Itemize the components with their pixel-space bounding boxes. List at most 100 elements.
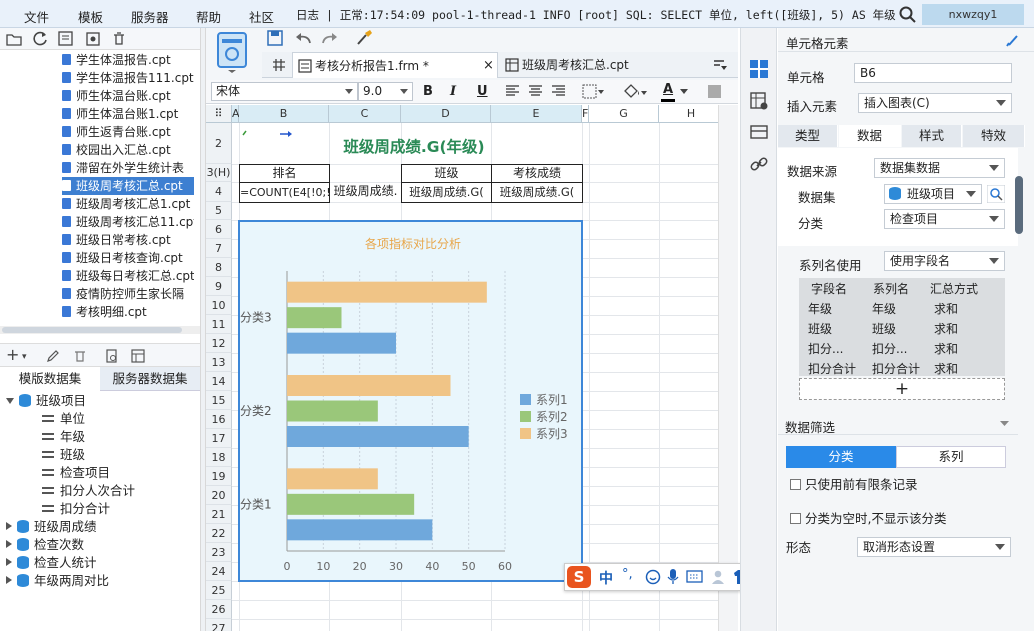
expand-icon[interactable] <box>6 522 12 530</box>
ime-punctuation[interactable]: °, <box>622 567 633 582</box>
refresh-icon[interactable] <box>33 31 48 46</box>
table-cell[interactable]: 扣分合计 <box>808 360 856 377</box>
list-item[interactable]: 滞留在外学生统计表 <box>62 159 194 177</box>
close-icon[interactable]: × <box>483 53 494 79</box>
list-item[interactable]: 班级周考核汇总1.cpt <box>62 195 194 213</box>
row-header[interactable]: 23 <box>206 543 232 562</box>
expand-icon[interactable] <box>6 398 14 404</box>
row-header[interactable]: 21 <box>206 505 232 524</box>
user-name[interactable]: nxwzqy1 <box>922 4 1024 25</box>
cell-c4[interactable]: 班级周成绩. <box>330 182 401 203</box>
font-color-button[interactable]: A <box>663 82 673 97</box>
tree-field[interactable]: 单位 <box>42 410 85 428</box>
template-icon[interactable] <box>58 31 74 46</box>
filter-tab-series[interactable]: 系列 <box>896 446 1006 468</box>
search-icon[interactable] <box>987 185 1005 203</box>
underline-button[interactable]: U <box>477 84 488 99</box>
column-header[interactable]: G <box>589 105 659 123</box>
table-cell[interactable]: 求和 <box>934 340 958 357</box>
row-header[interactable]: 25 <box>206 581 232 600</box>
list-item[interactable]: 班级日考核查询.cpt <box>62 249 194 267</box>
header-rank[interactable]: 排名 <box>239 164 330 183</box>
italic-button[interactable]: I <box>450 84 456 99</box>
row-header[interactable]: 10 <box>206 296 232 315</box>
table-cell[interactable]: 年级 <box>808 300 832 317</box>
row-header[interactable]: 26 <box>206 600 232 619</box>
font-family-select[interactable]: 宋体 <box>211 82 358 101</box>
expand-icon[interactable] <box>6 540 12 548</box>
horizontal-scrollbar[interactable] <box>0 326 200 334</box>
list-item[interactable]: 疫情防控师生家长隔 <box>62 285 194 303</box>
category-select[interactable]: 检查项目 <box>884 209 1005 229</box>
header-score[interactable]: 考核成绩 <box>491 164 583 183</box>
tab-template-datasets[interactable]: 模版数据集 <box>0 367 100 391</box>
chevron-down-icon[interactable]: ▾ <box>22 350 27 364</box>
row-header[interactable]: 24 <box>206 562 232 581</box>
table-cell[interactable]: 求和 <box>934 360 958 377</box>
list-item[interactable]: 考核明细.cpt <box>62 303 194 321</box>
row-header[interactable]: 13 <box>206 353 232 372</box>
user-icon[interactable] <box>710 569 726 585</box>
bar-chart[interactable]: 各项指标对比分析 0 10 20 30 40 50 60 分类1 分类2 分类3 系列1 系列2 系列3 <box>240 222 581 580</box>
column-header[interactable]: H <box>659 105 724 123</box>
dataset-edit-icon[interactable] <box>131 349 145 363</box>
cell-element-icon[interactable] <box>750 60 768 78</box>
tree-field[interactable]: 扣分人次合计 <box>42 482 135 500</box>
data-source-select[interactable]: 数据集数据 <box>874 158 1005 178</box>
expand-icon[interactable] <box>6 576 12 584</box>
form-select[interactable]: 取消形态设置 <box>857 537 1011 557</box>
column-header[interactable]: B <box>239 105 329 123</box>
list-item[interactable]: 校园出入汇总.cpt <box>62 141 194 159</box>
report-title[interactable]: 班级周成绩.G(年级) <box>329 135 499 157</box>
hide-empty-category-checkbox[interactable]: 分类为空时,不显示该分类 <box>790 508 946 527</box>
fill-color-icon[interactable] <box>622 83 648 100</box>
cell-d4[interactable]: 班级周成绩.G( <box>401 182 492 203</box>
row-header[interactable]: 5 <box>206 202 232 220</box>
delete-icon[interactable] <box>73 349 87 363</box>
tree-field[interactable]: 扣分合计 <box>42 500 110 518</box>
save-icon[interactable] <box>267 30 283 46</box>
corner-cell[interactable]: ⠿ <box>206 105 232 123</box>
row-header[interactable]: 14 <box>206 372 232 391</box>
menu-template[interactable]: 模板 <box>78 7 103 26</box>
column-header[interactable]: C <box>329 105 401 123</box>
search-icon[interactable] <box>899 6 916 23</box>
settings-icon[interactable] <box>85 31 101 46</box>
tab-style[interactable]: 样式 <box>902 125 962 147</box>
menu-file[interactable]: 文件 <box>24 7 49 26</box>
tab-document-cpt[interactable]: 班级周考核汇总.cpt <box>500 52 700 78</box>
tab-document-frm[interactable]: 考核分析报告1.frm * × <box>292 52 498 78</box>
list-item[interactable]: 学生体温报告111.cpt <box>62 69 194 87</box>
border-icon[interactable] <box>582 84 604 99</box>
row-header[interactable]: 2 <box>206 123 232 164</box>
tab-server-datasets[interactable]: 服务器数据集 <box>100 367 200 391</box>
format-painter-icon[interactable] <box>355 29 373 47</box>
row-header[interactable]: 19 <box>206 467 232 486</box>
table-cell[interactable]: 求和 <box>934 320 958 337</box>
tree-field[interactable]: 检查项目 <box>42 464 110 482</box>
tab-type[interactable]: 类型 <box>778 125 838 147</box>
edit-icon[interactable] <box>46 349 60 363</box>
ime-language[interactable]: 中 <box>599 568 613 588</box>
add-icon[interactable]: + <box>6 347 19 363</box>
tree-field[interactable]: 班级 <box>42 446 85 464</box>
table-cell[interactable]: 求和 <box>934 300 958 317</box>
dataset-select[interactable]: 班级项目 <box>884 184 982 204</box>
row-header[interactable]: 11 <box>206 315 232 334</box>
collapse-icon[interactable] <box>1000 421 1009 427</box>
tab-data[interactable]: 数据 <box>839 125 901 147</box>
bold-button[interactable]: B <box>423 84 433 99</box>
undo-icon[interactable] <box>295 31 312 45</box>
panel-scroll-thumb[interactable] <box>1015 176 1023 234</box>
preview-icon[interactable] <box>105 349 119 363</box>
keyboard-icon[interactable] <box>686 570 703 583</box>
row-header[interactable]: 22 <box>206 524 232 543</box>
tree-node[interactable]: 班级周成绩 <box>6 518 97 536</box>
menu-help[interactable]: 帮助 <box>196 7 221 26</box>
row-header[interactable]: 27 <box>206 619 232 631</box>
series-name-select[interactable]: 使用字段名 <box>884 251 1005 271</box>
tree-field[interactable]: 年级 <box>42 428 85 446</box>
tree-node[interactable]: 检查次数 <box>6 536 84 554</box>
chevron-down-icon[interactable] <box>680 89 688 95</box>
row-header[interactable]: 18 <box>206 448 232 467</box>
